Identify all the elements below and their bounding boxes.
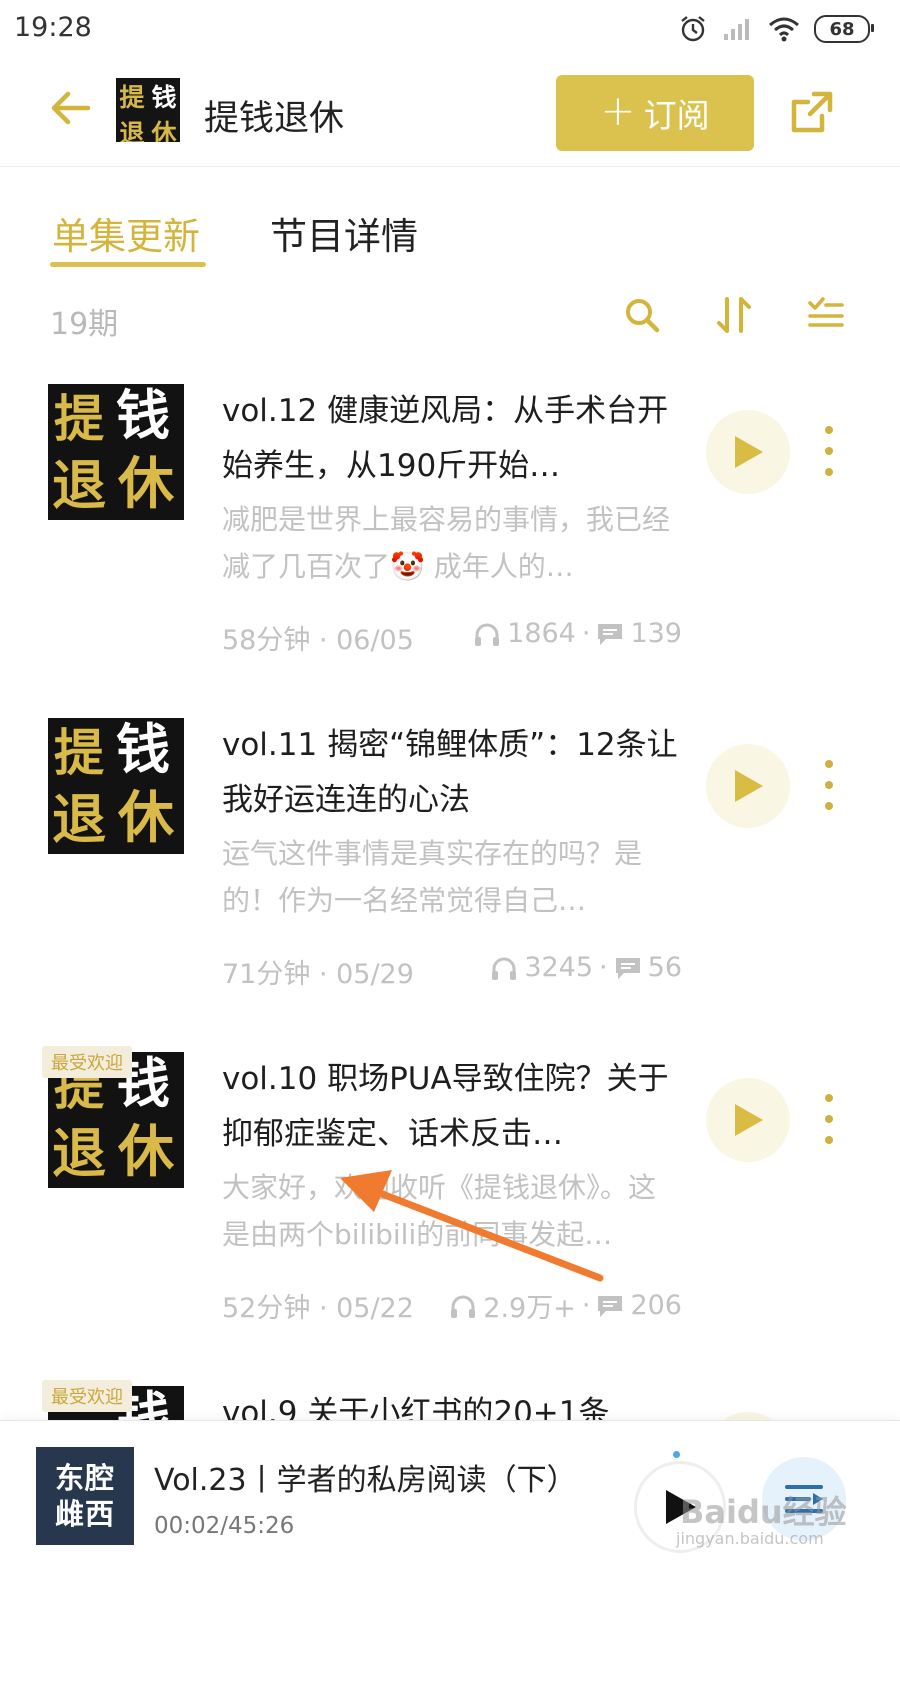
plus-icon: + xyxy=(600,86,636,135)
more-options-button[interactable] xyxy=(814,760,844,810)
episode-stats: 1864 · 139 xyxy=(473,618,682,649)
cover-char: 休 xyxy=(118,1119,174,1185)
play-icon xyxy=(735,1104,763,1136)
play-icon xyxy=(735,436,763,468)
cover-char: 休 xyxy=(118,785,174,851)
cover-char: 钱 xyxy=(116,384,170,447)
search-icon[interactable] xyxy=(622,295,662,335)
episode-item[interactable]: 提 钱 退 休 最受欢迎 vol.10 职场PUA导致住院？关于抑郁症鉴定、话术… xyxy=(0,1046,900,1372)
episode-stats: 2.9万+ · 206 xyxy=(449,1286,682,1325)
cover-char: 退 xyxy=(52,787,106,851)
comment-icon xyxy=(598,1295,623,1317)
comment-count: 206 xyxy=(630,1290,682,1321)
cover-char: 退 xyxy=(52,453,106,517)
episode-description: 减肥是世界上最容易的事情，我已经减了几百次了🤡 成年人的… xyxy=(222,503,671,583)
comment-icon xyxy=(615,957,640,979)
battery-indicator: 68 xyxy=(814,15,874,43)
comment-icon xyxy=(598,623,623,645)
progress-indicator xyxy=(673,1451,680,1458)
more-options-button[interactable] xyxy=(814,426,844,476)
subscribe-label: 订阅 xyxy=(643,96,710,135)
cover-char: 提 xyxy=(54,389,104,448)
cover-line: 东腔 xyxy=(54,1461,115,1495)
cover-char: 休 xyxy=(118,451,174,517)
subscribe-button[interactable]: + 订阅 xyxy=(556,75,754,151)
sort-icon[interactable] xyxy=(714,295,754,335)
episode-description: 大家好，欢迎收听《提钱退休》。这是由两个bilibili的前同事发起… xyxy=(222,1171,657,1251)
episode-description: 运气这件事情是真实存在的吗？是的！作为一名经常觉得自己… xyxy=(222,837,643,917)
logo-char: 提 xyxy=(119,83,145,112)
episode-duration-date: 58分钟 · 06/05 xyxy=(222,625,414,656)
episode-meta: 52分钟 · 05/22 2.9万+ · 206 xyxy=(222,1286,692,1324)
list-toolbar: 19期 xyxy=(0,285,900,349)
episode-meta: 71分钟 · 05/29 3245 · 56 xyxy=(222,952,692,990)
episode-title[interactable]: vol.12 健康逆风局：从手术台开始养生，从190斤开始… xyxy=(222,384,684,494)
status-time: 19:28 xyxy=(14,12,92,43)
tab-episodes[interactable]: 单集更新 xyxy=(52,206,200,260)
play-count: 3245 xyxy=(524,952,594,983)
play-button[interactable] xyxy=(706,410,790,494)
status-icons: 68 xyxy=(678,14,874,44)
watermark-url: jingyan.baidu.com xyxy=(676,1529,824,1548)
now-playing-cover: 东腔 雌西 xyxy=(36,1447,134,1545)
cover-char: 钱 xyxy=(116,718,170,781)
header: 提 钱 退 休 提钱退休 + 订阅 xyxy=(0,62,900,167)
podcast-title: 提钱退休 xyxy=(204,99,345,139)
wifi-icon xyxy=(769,17,799,42)
play-button[interactable] xyxy=(706,744,790,828)
episode-duration-date: 71分钟 · 05/29 xyxy=(222,959,414,990)
episode-title[interactable]: vol.10 职场PUA导致住院？关于抑郁症鉴定、话术反击… xyxy=(222,1052,684,1162)
status-bar: 19:28 68 xyxy=(0,0,900,62)
play-icon xyxy=(735,770,763,802)
episode-item[interactable]: 提 钱 退 休 vol.11 揭密“锦鲤体质”：12条让我好运连连的心法 运气这… xyxy=(0,718,900,1038)
episode-stats: 3245 · 56 xyxy=(490,952,682,983)
logo-char: 休 xyxy=(151,119,177,142)
tab-details[interactable]: 节目详情 xyxy=(270,206,418,260)
mini-player[interactable]: 东腔 雌西 Vol.23丨学者的私房阅读（下） 00:02/45:26 Baid… xyxy=(0,1420,900,1601)
now-playing-time: 00:02/45:26 xyxy=(154,1513,295,1539)
play-count: 2.9万+ xyxy=(483,1293,576,1324)
comment-count: 139 xyxy=(630,618,682,649)
episode-cover: 提 钱 退 休 xyxy=(48,718,184,854)
alarm-icon xyxy=(681,16,705,42)
active-tab-indicator xyxy=(50,262,206,267)
headphones-icon xyxy=(451,1295,476,1318)
tab-bar: 单集更新 节目详情 xyxy=(0,170,900,270)
batch-select-icon[interactable] xyxy=(806,295,846,335)
popular-badge: 最受欢迎 xyxy=(42,1380,132,1412)
now-playing-title: Vol.23丨学者的私房阅读（下） xyxy=(154,1463,577,1498)
episode-count: 19期 xyxy=(50,307,119,342)
watermark: Baidu经验 xyxy=(680,1493,847,1531)
episode-item[interactable]: 提 钱 退 休 vol.12 健康逆风局：从手术台开始养生，从190斤开始… 减… xyxy=(0,384,900,704)
logo-char: 退 xyxy=(119,119,145,142)
episode-title[interactable]: vol.11 揭密“锦鲤体质”：12条让我好运连连的心法 xyxy=(222,718,684,828)
logo-char: 钱 xyxy=(151,83,177,112)
play-count: 1864 xyxy=(507,618,576,649)
signal-icon xyxy=(724,19,749,40)
headphones-icon xyxy=(475,623,500,646)
episode-duration-date: 52分钟 · 05/22 xyxy=(222,1293,414,1324)
cover-line: 雌西 xyxy=(54,1497,115,1531)
episode-cover: 提 钱 退 休 xyxy=(48,384,184,520)
cover-char: 提 xyxy=(54,723,104,782)
comment-count: 56 xyxy=(647,952,682,983)
episode-meta: 58分钟 · 06/05 1864 · 139 xyxy=(222,618,692,656)
cover-char: 退 xyxy=(52,1121,106,1185)
play-button[interactable] xyxy=(706,1078,790,1162)
more-options-button[interactable] xyxy=(814,1094,844,1144)
podcast-logo: 提 钱 退 休 xyxy=(116,78,180,142)
back-arrow-icon[interactable] xyxy=(48,86,92,130)
share-icon[interactable] xyxy=(788,88,836,136)
headphones-icon xyxy=(492,957,517,980)
popular-badge: 最受欢迎 xyxy=(42,1046,132,1078)
